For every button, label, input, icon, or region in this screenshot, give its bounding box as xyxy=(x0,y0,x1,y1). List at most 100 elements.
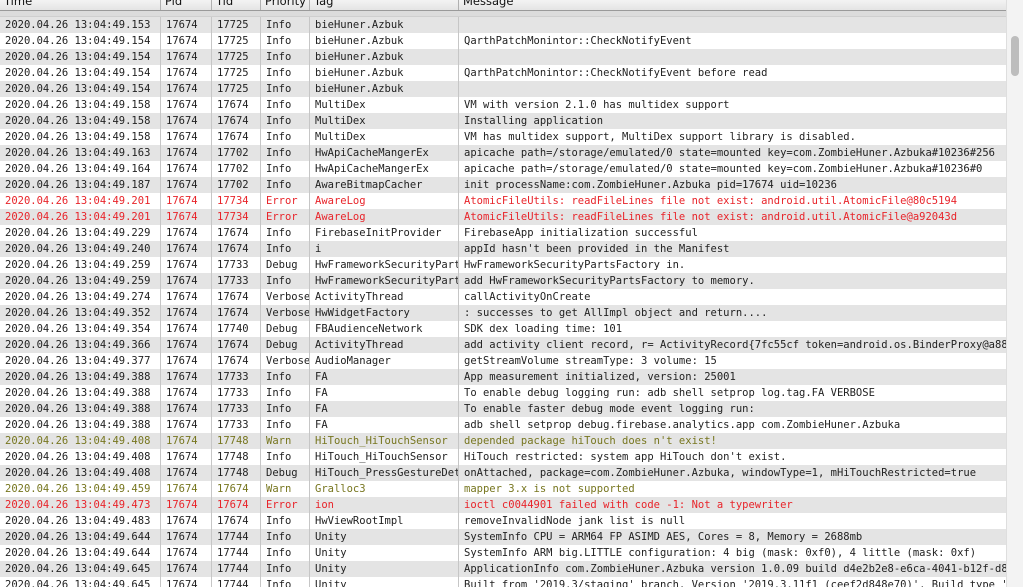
cell-tag: bieHuner.Azbuk xyxy=(310,81,459,97)
log-row[interactable]: 2020.04.26 13:04:49.201 17674 17734 Error Aw… xyxy=(0,209,1007,225)
log-row[interactable]: 2020.04.26 13:04:49.483 17674 17674 Info HwV… xyxy=(0,513,1007,529)
cell-pid: 17674 xyxy=(161,561,212,577)
cell-pid: 17674 xyxy=(161,257,212,273)
cell-message: apicache path=/storage/emulated/0 state=… xyxy=(464,163,983,175)
log-row[interactable]: 2020.04.26 13:04:49.645 17674 17744 Info Uni… xyxy=(0,561,1007,577)
log-row[interactable]: 2020.04.26 13:04:49.259 17674 17733 Debug Hw… xyxy=(0,257,1007,273)
log-row[interactable]: 2020.04.26 13:04:49.473 17674 17674 Error io… xyxy=(0,497,1007,513)
cell-tid: 17725 xyxy=(212,49,261,65)
cell-priority: Info xyxy=(261,241,310,257)
cell-tag: HwFrameworkSecurityPartsFactory xyxy=(310,257,459,273)
log-row[interactable]: 2020.04.26 13:04:49.377 17674 17674 Verbose… xyxy=(0,353,1007,369)
cell-tid: 17674 xyxy=(212,97,261,113)
log-row[interactable]: 2020.04.26 13:04:49.229 17674 17674 Info Fir… xyxy=(0,225,1007,241)
log-row[interactable]: 2020.04.26 13:04:49.388 17674 17733 Info FA … xyxy=(0,417,1007,433)
cell-pid: 17674 xyxy=(161,529,212,545)
cell-time: 2020.04.26 13:04:49.154 xyxy=(0,81,161,97)
cell-tag: FA xyxy=(310,369,459,385)
cell-time: 2020.04.26 13:04:49.645 xyxy=(0,577,161,587)
log-row[interactable]: 2020.04.26 13:04:49.645 17674 17744 Info Uni… xyxy=(0,577,1007,587)
cell-tid: 17674 xyxy=(212,113,261,129)
cell-tag: AwareLog xyxy=(310,209,459,225)
cell-tid: 17748 xyxy=(212,465,261,481)
log-row[interactable]: 2020.04.26 13:04:49.388 17674 17733 Info FA A… xyxy=(0,369,1007,385)
col-header-tid[interactable]: Tid xyxy=(212,0,261,10)
cell-time: 2020.04.26 13:04:49.388 xyxy=(0,385,161,401)
cell-message: depended package hiTouch does n't exist! xyxy=(464,435,717,447)
log-row[interactable]: 2020.04.26 13:04:49.459 17674 17674 Warn Gra… xyxy=(0,481,1007,497)
cell-message: apicache path=/storage/emulated/0 state=… xyxy=(464,147,996,159)
cell-message xyxy=(459,81,1007,97)
log-row[interactable]: 2020.04.26 13:04:49.154 17674 17725 Info bie… xyxy=(0,33,1007,49)
cell-priority: Info xyxy=(261,49,310,65)
cell-priority: Info xyxy=(261,97,310,113)
col-header-pid[interactable]: Pid xyxy=(161,0,212,10)
cell-priority: Debug xyxy=(261,257,310,273)
cell-priority: Info xyxy=(261,561,310,577)
col-header-tag[interactable]: Tag xyxy=(310,0,459,10)
cell-tag: HwFrameworkSecurityPartsFactory xyxy=(310,273,459,289)
scrollbar-thumb[interactable] xyxy=(1011,36,1019,76)
cell-tid: 17674 xyxy=(212,497,261,513)
cell-tid: 17674 xyxy=(212,513,261,529)
cell-pid: 17674 xyxy=(161,273,212,289)
cell-tag: HiTouch_HiTouchSensor xyxy=(310,449,459,465)
cell-pid: 17674 xyxy=(161,401,212,417)
cell-time: 2020.04.26 13:04:49.154 xyxy=(0,33,161,49)
cell-tid: 17674 xyxy=(212,225,261,241)
cell-priority: Info xyxy=(261,513,310,529)
log-row[interactable]: 2020.04.26 13:04:49.259 17674 17733 Info HwF… xyxy=(0,273,1007,289)
cell-message: FirebaseApp initialization successful xyxy=(464,227,698,239)
cell-tag: HwApiCacheMangerEx xyxy=(310,161,459,177)
cell-pid: 17674 xyxy=(161,65,212,81)
log-row[interactable]: 2020.04.26 13:04:49.388 17674 17733 Info FA T… xyxy=(0,385,1007,401)
log-row[interactable]: 2020.04.26 13:04:49.408 17674 17748 Debug Hi… xyxy=(0,465,1007,481)
cell-message xyxy=(459,17,1007,33)
cell-message: add activity client record, r= ActivityR… xyxy=(464,339,1007,351)
log-row[interactable]: 2020.04.26 13:04:49.154 17674 17725 Info bie… xyxy=(0,65,1007,81)
log-row[interactable]: 2020.04.26 13:04:49.388 17674 17733 Info FA T… xyxy=(0,401,1007,417)
log-row[interactable]: 2020.04.26 13:04:49.154 17674 17725 Info bie… xyxy=(0,49,1007,65)
log-row[interactable]: 2020.04.26 13:04:49.163 17674 17702 Info HwA… xyxy=(0,145,1007,161)
log-row[interactable]: 2020.04.26 13:04:49.158 17674 17674 Info Mul… xyxy=(0,97,1007,113)
col-header-priority[interactable]: Priority xyxy=(261,0,310,10)
log-row[interactable]: 2020.04.26 13:04:49.153 17674 17725 Info bie… xyxy=(0,17,1007,33)
log-row[interactable]: 2020.04.26 13:04:49.158 17674 17674 Info Mul… xyxy=(0,129,1007,145)
cell-tid: 17733 xyxy=(212,385,261,401)
cell-priority: Info xyxy=(261,65,310,81)
log-row[interactable]: 2020.04.26 13:04:49.354 17674 17740 Debug FB… xyxy=(0,321,1007,337)
col-header-time[interactable]: Time xyxy=(0,0,161,10)
log-row[interactable]: 2020.04.26 13:04:49.240 17674 17674 Info i ap… xyxy=(0,241,1007,257)
log-row[interactable]: 2020.04.26 13:04:49.366 17674 17674 Debug Ac… xyxy=(0,337,1007,353)
cell-tid: 17725 xyxy=(212,33,261,49)
vertical-scrollbar[interactable] xyxy=(1006,0,1023,587)
cell-pid: 17674 xyxy=(161,449,212,465)
cell-message: adb shell setprop debug.firebase.analyti… xyxy=(464,419,901,431)
cell-tag: MultiDex xyxy=(310,113,459,129)
log-row[interactable]: 2020.04.26 13:04:49.644 17674 17744 Info Uni… xyxy=(0,545,1007,561)
log-row[interactable]: 2020.04.26 13:04:49.187 17674 17702 Info Awa… xyxy=(0,177,1007,193)
log-row[interactable]: 2020.04.26 13:04:49.274 17674 17674 Verbose… xyxy=(0,289,1007,305)
cell-tag: Unity xyxy=(310,577,459,587)
cell-tid: 17734 xyxy=(212,193,261,209)
log-row[interactable]: 2020.04.26 13:04:49.408 17674 17748 Info HiT… xyxy=(0,449,1007,465)
cell-tag: Unity xyxy=(310,545,459,561)
cell-tag: FA xyxy=(310,385,459,401)
cell-time: 2020.04.26 13:04:49.154 xyxy=(0,49,161,65)
log-row[interactable]: 2020.04.26 13:04:49.164 17674 17702 Info HwA… xyxy=(0,161,1007,177)
cell-tag: bieHuner.Azbuk xyxy=(310,17,459,33)
log-row[interactable]: 2020.04.26 13:04:49.644 17674 17744 Info Uni… xyxy=(0,529,1007,545)
log-row[interactable]: 2020.04.26 13:04:49.408 17674 17748 Warn HiT… xyxy=(0,433,1007,449)
cell-tid: 17674 xyxy=(212,241,261,257)
cell-tid: 17733 xyxy=(212,273,261,289)
log-row[interactable]: 2020.04.26 13:04:49.201 17674 17734 Error Aw… xyxy=(0,193,1007,209)
log-row[interactable]: 2020.04.26 13:04:49.158 17674 17674 Info Mul… xyxy=(0,113,1007,129)
cell-tag: HwApiCacheMangerEx xyxy=(310,145,459,161)
cell-pid: 17674 xyxy=(161,433,212,449)
log-row[interactable]: 2020.04.26 13:04:49.154 17674 17725 Info bie… xyxy=(0,81,1007,97)
col-header-message[interactable]: Message xyxy=(459,0,1007,10)
log-row[interactable]: 2020.04.26 13:04:49.352 17674 17674 Verbose… xyxy=(0,305,1007,321)
cell-pid: 17674 xyxy=(161,33,212,49)
cell-pid: 17674 xyxy=(161,145,212,161)
cell-pid: 17674 xyxy=(161,17,212,33)
